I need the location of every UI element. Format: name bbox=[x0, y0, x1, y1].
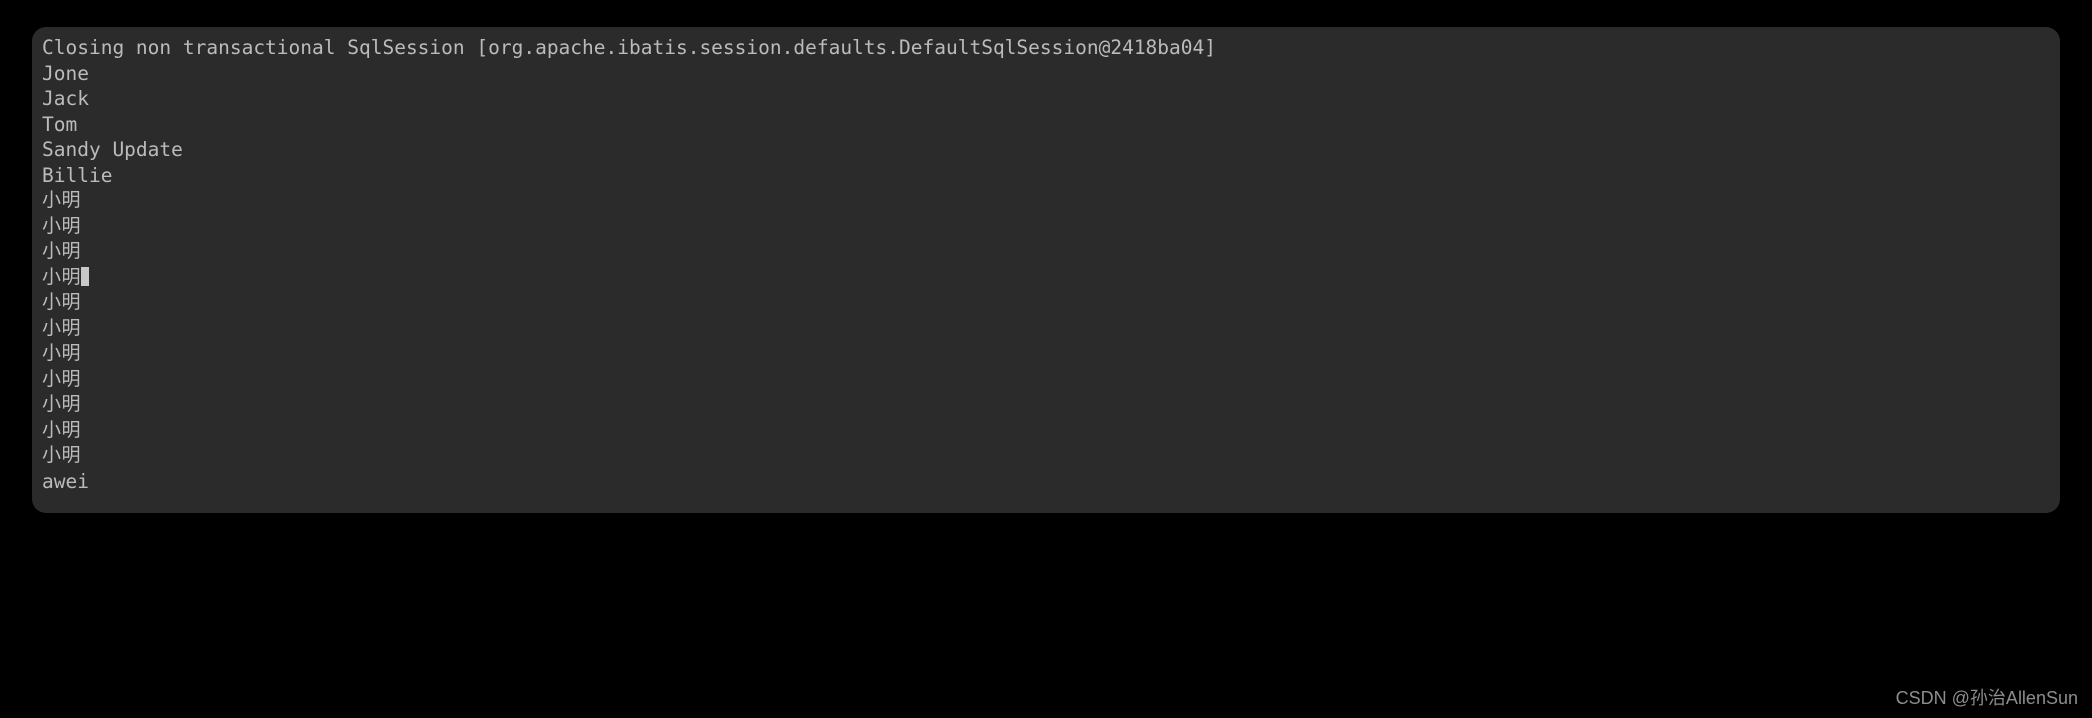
console-line-text: Closing non transactional SqlSession [or… bbox=[42, 36, 1216, 59]
console-line: Sandy Update bbox=[42, 137, 2060, 163]
console-line: 小明 bbox=[42, 392, 2060, 418]
console-line: Billie bbox=[42, 163, 2060, 189]
console-line-text: 小明 bbox=[42, 418, 82, 441]
console-output-text[interactable]: Closing non transactional SqlSession [or… bbox=[42, 35, 2060, 513]
console-line-text: 小明 bbox=[42, 265, 82, 288]
console-line-text: 小明 bbox=[42, 189, 82, 211]
console-line: 小明 bbox=[42, 239, 2060, 265]
watermark-label: CSDN @孙治AllenSun bbox=[1895, 688, 2078, 708]
console-line-text: Tom bbox=[42, 112, 78, 136]
text-caret bbox=[81, 266, 90, 286]
console-line: 小明 bbox=[42, 443, 2060, 469]
console-line: Jack bbox=[42, 86, 2060, 112]
console-line: 小明 bbox=[42, 188, 2060, 214]
console-line-text: awei bbox=[42, 469, 89, 493]
console-line: 小明 bbox=[42, 316, 2060, 342]
console-line: 小明 bbox=[42, 341, 2060, 367]
console-line: awei bbox=[42, 469, 2060, 495]
console-panel[interactable]: Closing non transactional SqlSession [or… bbox=[32, 27, 2060, 513]
console-line-text: 小明 bbox=[42, 444, 82, 466]
console-line-text: 小明 bbox=[42, 342, 82, 364]
console-line-text: 小明 bbox=[42, 214, 82, 237]
console-line-text: 小明 bbox=[42, 316, 82, 339]
console-line-text: Jone bbox=[42, 61, 89, 85]
console-line: 小明 bbox=[42, 265, 2060, 291]
console-line-text: 小明 bbox=[42, 291, 82, 313]
console-line-text: 小明 bbox=[42, 393, 82, 415]
console-line: 小明 bbox=[42, 290, 2060, 316]
console-line-text: Jack bbox=[42, 87, 89, 110]
console-line: 小明 bbox=[42, 214, 2060, 240]
console-line: 小明 bbox=[42, 418, 2060, 444]
console-line-text: 小明 bbox=[42, 367, 82, 390]
console-line: 小明 bbox=[42, 367, 2060, 393]
console-line: Tom bbox=[42, 112, 2060, 138]
console-line: Closing non transactional SqlSession [or… bbox=[42, 35, 2060, 61]
console-line-text: Billie bbox=[42, 163, 113, 187]
console-line-text: Sandy Update bbox=[42, 138, 183, 161]
console-line-text: 小明 bbox=[42, 240, 82, 262]
console-line: Jone bbox=[42, 61, 2060, 87]
